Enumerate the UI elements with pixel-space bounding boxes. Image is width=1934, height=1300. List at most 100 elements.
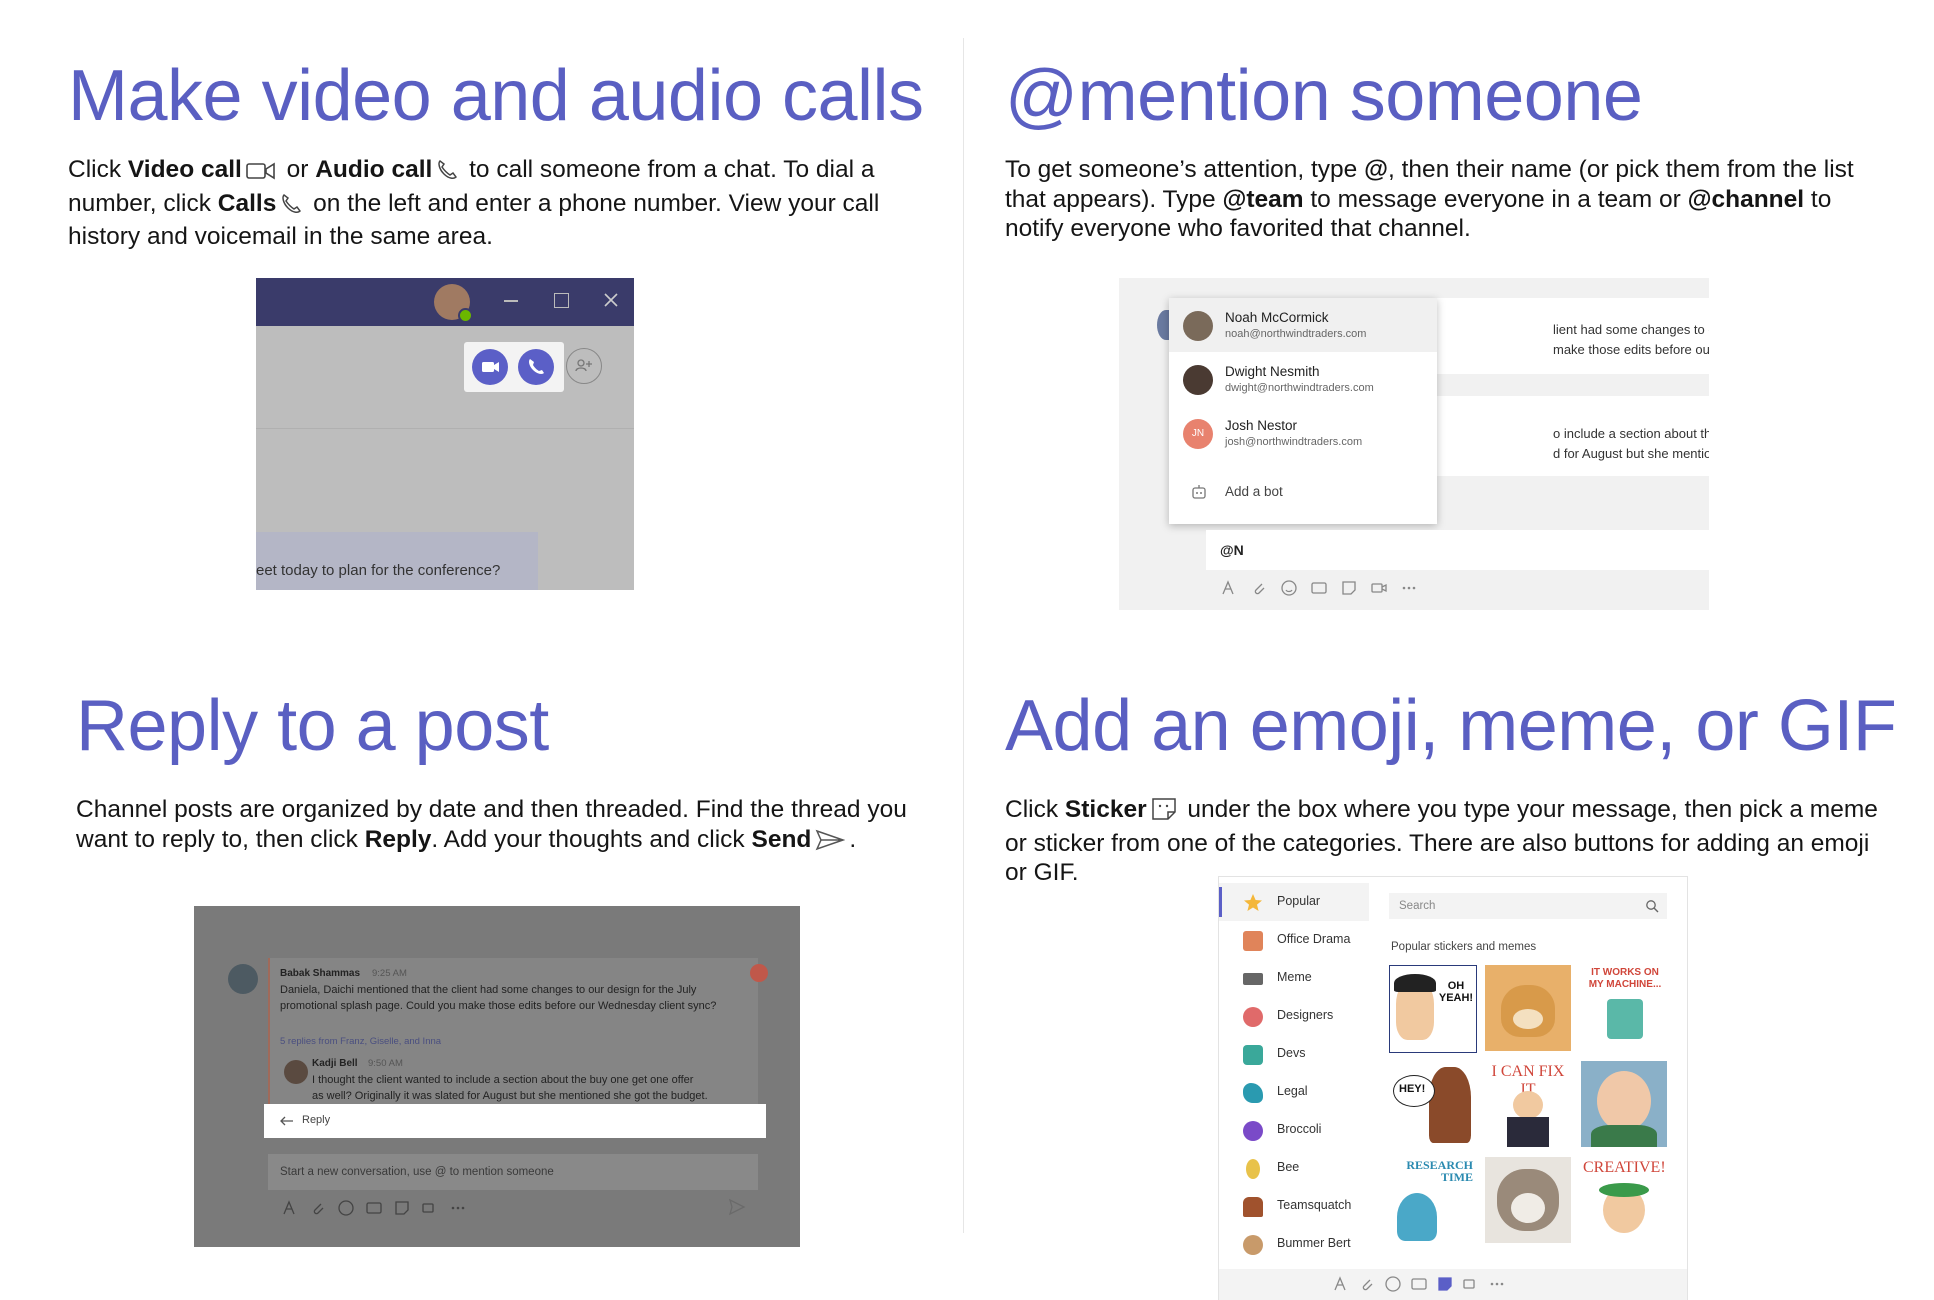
category-broccoli[interactable]: Broccoli [1219,1111,1369,1149]
sticker-art [1513,1009,1543,1029]
format-icon[interactable] [280,1198,300,1218]
suggestion-item[interactable]: JN Josh Nestor josh@northwindtraders.com [1169,406,1437,460]
sticker-picker-screenshot: Popular Office Drama Meme Designers Devs… [1219,877,1687,1300]
attach-icon[interactable] [308,1198,328,1218]
meet-now-icon[interactable] [1369,578,1389,598]
audio-call-button[interactable] [518,349,554,385]
sticker-caption: OH YEAH! [1438,980,1474,1004]
text: To get someone’s attention, type [1005,156,1365,183]
sticker-art [1394,974,1436,992]
category-office-drama[interactable]: Office Drama [1219,921,1369,959]
meet-now-icon[interactable] [1461,1274,1481,1294]
sticker-icon[interactable] [1339,578,1359,598]
video-call-label: Video call [127,156,242,183]
attach-icon[interactable] [1249,578,1269,598]
video-call-button[interactable] [472,349,508,385]
meet-now-icon[interactable] [420,1198,440,1218]
sticker-success-kid[interactable] [1581,1061,1667,1147]
sticker-it-works[interactable]: IT WORKS ON MY MACHINE... [1581,965,1667,1051]
more-options-icon[interactable] [1487,1274,1507,1294]
add-people-icon [575,359,592,372]
gif-icon[interactable] [1409,1274,1429,1294]
reply-arrow-icon [280,1116,293,1126]
category-label: Office Drama [1277,932,1351,946]
phone-icon [529,359,544,374]
column-divider [963,38,964,1233]
sticker-art [1591,1125,1657,1147]
compose-toolbar [1219,578,1419,598]
category-label: Designers [1277,1008,1334,1022]
format-icon[interactable] [1219,578,1239,598]
send-icon[interactable] [728,1198,746,1216]
mention-paragraph: To get someone’s attention, type @, then… [1005,155,1885,244]
sticker-art [1597,1071,1651,1131]
video-camera-icon [246,159,276,189]
category-bee[interactable]: Bee [1219,1149,1369,1187]
text: or [279,156,316,183]
emoji-icon[interactable] [1279,578,1299,598]
section-title-reply: Reply to a post [76,686,549,766]
bummer-bert-icon [1243,1235,1263,1255]
sticker-icon[interactable] [392,1198,412,1218]
add-bot-item[interactable]: Add a bot [1169,466,1437,520]
sticker-creative[interactable]: CREATIVE! [1581,1157,1667,1243]
minimize-icon[interactable] [504,300,518,302]
sticker-icon[interactable] [1435,1274,1455,1294]
category-bummer-bert[interactable]: Bummer Bert [1219,1225,1369,1263]
avatar [1183,365,1213,395]
sticker-search-input[interactable]: Search [1389,893,1667,919]
more-options-icon[interactable] [448,1198,468,1218]
person-email: noah@northwindtraders.com [1225,328,1367,340]
compose-toolbar [280,1198,468,1218]
restore-icon[interactable] [554,293,569,308]
sticker-art [1599,1183,1649,1197]
avatar [228,964,258,994]
compose-toolbar [1219,1269,1687,1300]
emoji-icon[interactable] [1383,1274,1403,1294]
message-text: lient had some changes to our design for… [1553,322,1709,337]
sticker-research-time[interactable]: RESEARCH TIME [1389,1157,1475,1243]
category-designers[interactable]: Designers [1219,997,1369,1035]
teamsquatch-icon [1243,1197,1263,1217]
sticker-hey[interactable]: HEY! [1389,1061,1475,1147]
gif-icon[interactable] [364,1198,384,1218]
sticker-i-can-fix-it[interactable]: I CAN FIX IT [1485,1061,1571,1147]
sticker-oh-yeah[interactable]: OH YEAH! [1389,965,1477,1053]
category-popular[interactable]: Popular [1219,883,1369,921]
add-people-button[interactable] [566,348,602,384]
category-meme[interactable]: Meme [1219,959,1369,997]
message-text: as well? Originally it was slated for Au… [312,1090,708,1102]
team-label: @team [1222,185,1304,213]
compose-box[interactable]: @N [1206,530,1709,570]
format-icon[interactable] [1331,1274,1351,1294]
category-teamsquatch[interactable]: Teamsquatch [1219,1187,1369,1225]
timestamp: 9:25 AM [372,968,407,979]
new-conversation-box[interactable]: Start a new conversation, use @ to menti… [268,1154,758,1190]
legal-icon [1243,1083,1263,1103]
category-legal[interactable]: Legal [1219,1073,1369,1111]
more-options-icon[interactable] [1399,578,1419,598]
sticker-grumpy-cat[interactable] [1485,1157,1571,1243]
reply-button[interactable]: Reply [264,1104,766,1138]
audio-call-label: Audio call [315,156,433,183]
gif-icon[interactable] [1309,578,1329,598]
emoji-icon[interactable] [336,1198,356,1218]
sticker-section-label: Popular stickers and memes [1391,941,1537,953]
emoji-paragraph: Click Sticker under the box where you ty… [1005,795,1895,888]
window-titlebar [256,278,634,326]
new-conversation-placeholder: Start a new conversation, use @ to menti… [280,1166,554,1178]
person-name: Dwight Nesmith [1225,364,1320,379]
close-icon[interactable] [604,293,618,307]
mention-suggestions: Noah McCormick noah@northwindtraders.com… [1169,298,1437,524]
category-label: Broccoli [1277,1122,1322,1136]
replies-link[interactable]: 5 replies from Franz, Giselle, and Inna [280,1036,441,1047]
category-devs[interactable]: Devs [1219,1035,1369,1073]
attach-icon[interactable] [1357,1274,1377,1294]
suggestion-item[interactable]: Noah McCormick noah@northwindtraders.com [1169,298,1437,352]
suggestion-item[interactable]: Dwight Nesmith dwight@northwindtraders.c… [1169,352,1437,406]
message-text: make those edits before our Wednesday cl… [1553,342,1709,357]
bot-icon [1192,485,1206,499]
category-label: Bee [1277,1160,1300,1174]
sticker-doge[interactable] [1485,965,1571,1051]
sticker-art [1607,999,1643,1039]
